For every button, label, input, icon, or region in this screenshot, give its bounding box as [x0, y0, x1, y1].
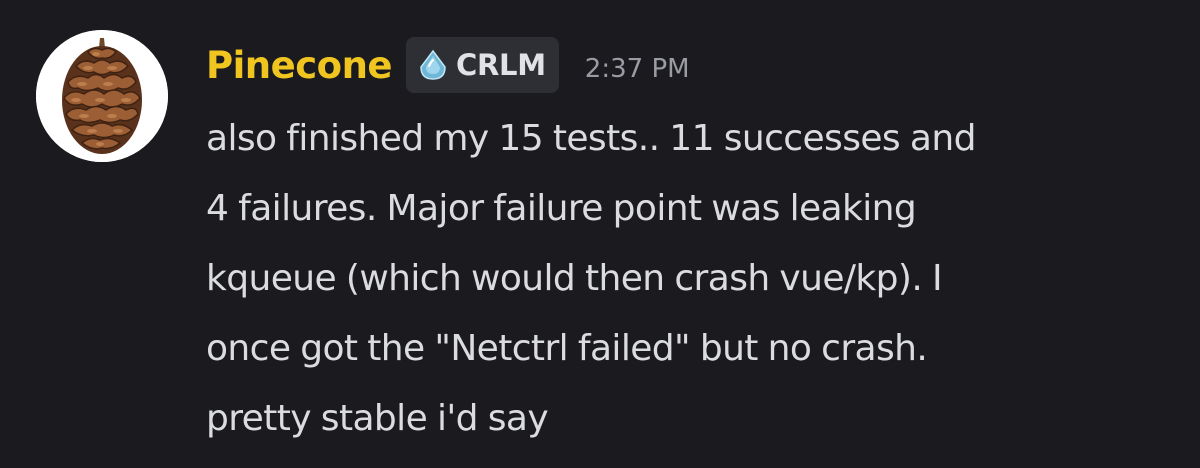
- message-timestamp[interactable]: 2:37 PM: [585, 54, 690, 84]
- author-name[interactable]: Pinecone: [206, 44, 393, 87]
- chat-message: Pinecone CRLM 2:37 PM also finished my 1…: [0, 0, 1200, 468]
- message-header: Pinecone CRLM 2:37 PM: [206, 36, 690, 94]
- diamond-drop-icon: [420, 49, 446, 80]
- server-tag[interactable]: CRLM: [406, 37, 559, 93]
- message-line: also finished my 15 tests.. 11 successes…: [206, 118, 976, 159]
- user-avatar[interactable]: [36, 30, 168, 162]
- message-content: also finished my 15 tests.. 11 successes…: [206, 104, 1166, 454]
- server-tag-label: CRLM: [456, 48, 546, 82]
- message-line: once got the "Netctrl failed" but no cra…: [206, 328, 928, 369]
- message-line: kqueue (which would then crash vue/kp). …: [206, 258, 943, 299]
- pinecone-avatar-icon: [36, 30, 168, 162]
- message-line: pretty stable i'd say: [206, 398, 549, 439]
- message-line: 4 failures. Major failure point was leak…: [206, 188, 917, 229]
